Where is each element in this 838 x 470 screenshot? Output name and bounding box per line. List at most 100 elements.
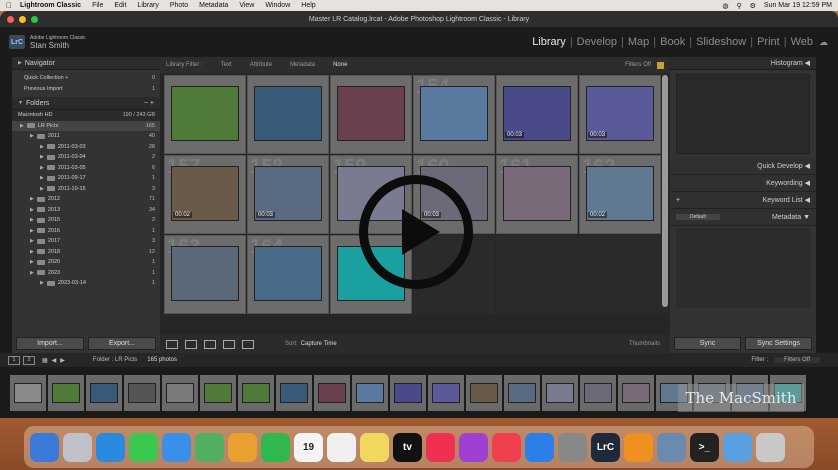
disclosure-icon[interactable]: ▶ (40, 186, 44, 192)
wifi-icon[interactable]: ◍ (722, 2, 728, 10)
grid-cell[interactable] (330, 75, 412, 154)
grid-icon[interactable]: ▦ (42, 357, 48, 364)
menu-clock[interactable]: Sun Mar 19 12:59 PM (764, 2, 832, 9)
metadata-preset-dropdown[interactable]: Default (676, 214, 720, 220)
catalog-item[interactable]: Quick Collection + 0 (12, 73, 160, 84)
window-page-1[interactable]: 1 (8, 355, 20, 365)
window-page-2[interactable]: 2 (23, 355, 35, 365)
disclosure-icon[interactable]: ▶ (30, 259, 34, 265)
folder-item[interactable]: ▶ 2011 40 (12, 131, 160, 142)
photo-thumbnail[interactable] (420, 86, 488, 141)
menu-library[interactable]: Library (137, 2, 158, 9)
survey-view-icon[interactable] (223, 339, 235, 349)
dock-trash-icon[interactable] (756, 432, 785, 462)
menu-metadata[interactable]: Metadata (199, 2, 228, 9)
disclosure-icon[interactable]: ▶ (30, 196, 34, 202)
source-breadcrumb[interactable]: Folder : LR Picts (93, 357, 137, 363)
menu-edit[interactable]: Edit (114, 2, 126, 9)
menu-window[interactable]: Window (265, 2, 290, 9)
folder-item[interactable]: ▶ 2011-03-03 28 (12, 142, 160, 153)
filmstrip-thumbnail[interactable] (238, 374, 274, 411)
control-center-icon[interactable]: ⚙ (750, 2, 756, 10)
dock-appstore-icon[interactable] (525, 432, 554, 462)
photo-thumbnail[interactable] (254, 246, 322, 301)
dock-messages-icon[interactable] (129, 432, 158, 462)
module-print[interactable]: Print (757, 36, 780, 48)
filmstrip-filter-dropdown[interactable]: Filters Off (774, 357, 820, 363)
filter-lock-icon[interactable] (657, 61, 664, 69)
sync-settings-button[interactable]: Sync Settings (745, 337, 812, 350)
grid-cell[interactable]: 00:03 (579, 75, 661, 154)
filter-metadata[interactable]: Metadata (290, 62, 315, 68)
disclosure-icon[interactable]: ▶ (30, 207, 34, 213)
folder-item[interactable]: ▶ 2016 1 (12, 226, 160, 237)
grid-cell[interactable]: 00:03 (496, 75, 578, 154)
dock-launchpad-icon[interactable] (63, 432, 92, 462)
folder-item[interactable]: ▶ 2023 1 (12, 268, 160, 279)
dock-lightroom-icon[interactable]: LrC (591, 432, 620, 462)
module-book[interactable]: Book (660, 36, 685, 48)
grid-cell[interactable]: 163 (164, 235, 246, 314)
grid-cell[interactable]: 16200:02 (579, 155, 661, 234)
disclosure-icon[interactable]: ▶ (30, 249, 34, 255)
dock-finder-icon[interactable] (30, 432, 59, 462)
module-slideshow[interactable]: Slideshow (696, 36, 746, 48)
dock-maps-icon[interactable] (195, 432, 224, 462)
photo-thumbnail[interactable] (171, 86, 239, 141)
folder-item[interactable]: ▶ 2012 71 (12, 194, 160, 205)
export-button[interactable]: Export... (88, 337, 156, 350)
folder-item[interactable]: ▶ 2020 1 (12, 257, 160, 268)
menu-help[interactable]: Help (301, 2, 315, 9)
histogram-header[interactable]: Histogram ◀ (670, 57, 816, 70)
disclosure-icon[interactable]: ▶ (40, 154, 44, 160)
grid-scrollbar[interactable] (662, 75, 668, 313)
module-library[interactable]: Library (532, 36, 566, 48)
forward-arrow-icon[interactable]: ▶ (60, 357, 65, 364)
filmstrip-thumbnail[interactable] (428, 374, 464, 411)
folder-item[interactable]: ▶ 2018 12 (12, 247, 160, 258)
loupe-view-icon[interactable] (185, 339, 197, 349)
disclosure-icon[interactable]: ▶ (30, 228, 34, 234)
filmstrip-thumbnail[interactable] (352, 374, 388, 411)
filmstrip-thumbnail[interactable] (504, 374, 540, 411)
photo-thumbnail[interactable] (254, 86, 322, 141)
folder-item[interactable]: ▶ 2011-03-05 6 (12, 163, 160, 174)
import-button[interactable]: Import... (16, 337, 84, 350)
dock-downloads-icon[interactable] (723, 432, 752, 462)
filmstrip-thumbnail[interactable] (618, 374, 654, 411)
grid-cell[interactable]: 154 (413, 75, 495, 154)
grid-cell[interactable]: 15700:02 (164, 155, 246, 234)
keyword-list-header[interactable]: + Keyword List ◀ (670, 192, 816, 209)
apple-menu-icon[interactable]:  (6, 1, 12, 10)
catalog-item[interactable]: Previous Import 1 (12, 84, 160, 95)
dock-appletv-icon[interactable]: tv (393, 432, 422, 462)
disclosure-icon[interactable]: ▶ (40, 165, 44, 171)
dock-settings-icon[interactable] (558, 432, 587, 462)
dock-facetime-icon[interactable] (261, 432, 290, 462)
disclosure-icon[interactable]: ▶ (20, 123, 24, 129)
disclosure-icon[interactable]: ▶ (30, 133, 34, 139)
filmstrip-thumbnail[interactable] (200, 374, 236, 411)
disclosure-icon[interactable]: ▶ (30, 217, 34, 223)
people-view-icon[interactable] (242, 339, 254, 349)
cloud-icon[interactable]: ☁ (819, 37, 828, 48)
right-panel-toggle[interactable] (816, 57, 838, 353)
compare-view-icon[interactable] (204, 339, 216, 349)
filter-attribute[interactable]: Attribute (250, 62, 272, 68)
dock-notes-icon[interactable] (360, 432, 389, 462)
folder-item[interactable]: ▶ LR Picts 165 (12, 120, 160, 131)
folder-item[interactable]: ▶ 2017 3 (12, 236, 160, 247)
grid-view-icon[interactable] (166, 339, 178, 349)
grid-cell[interactable]: 164 (247, 235, 329, 314)
sort-dropdown[interactable]: Capture Time (301, 341, 337, 347)
dock-music-icon[interactable] (426, 432, 455, 462)
module-map[interactable]: Map (628, 36, 649, 48)
filter-text[interactable]: Text (221, 62, 232, 68)
photo-thumbnail[interactable] (337, 86, 405, 141)
search-icon[interactable]: ⚲ (736, 2, 741, 10)
photo-thumbnail[interactable] (503, 166, 571, 221)
grid-cell[interactable]: 15800:03 (247, 155, 329, 234)
filmstrip-thumbnail[interactable] (276, 374, 312, 411)
filmstrip-thumbnail[interactable] (162, 374, 198, 411)
dock-preview-icon[interactable] (657, 432, 686, 462)
